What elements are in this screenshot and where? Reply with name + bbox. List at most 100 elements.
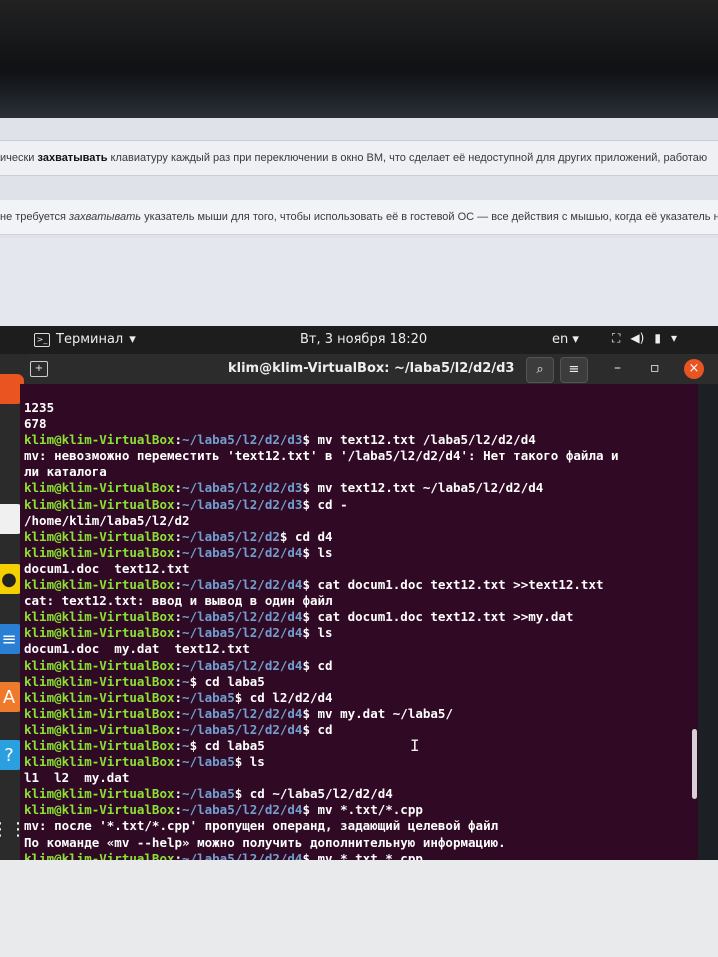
prompt-path: ~/laba5/l2/d2/d3 — [182, 496, 303, 512]
prompt-line: klim@klim-VirtualBox:~/laba5/l2/d2$ cd d… — [24, 529, 619, 545]
language-indicator[interactable]: en ▾ — [552, 332, 579, 347]
output-line: mv: после '*.txt/*.cpp' пропущен операнд… — [24, 818, 499, 834]
prompt-colon: : — [174, 609, 183, 625]
scrollbar[interactable] — [692, 729, 697, 799]
prompt-colon: : — [174, 528, 183, 544]
network-icon: ⛶ — [612, 331, 621, 345]
command-text: $ cd ~/laba5/l2/d2/d4 — [234, 786, 393, 802]
close-button[interactable]: × — [684, 359, 704, 379]
host-text: ически — [0, 152, 38, 164]
clock[interactable]: Вт, 3 ноября 18:20 — [300, 332, 427, 347]
prompt-user: klim@klim-VirtualBox — [24, 737, 175, 753]
prompt-colon: : — [174, 480, 183, 496]
prompt-colon: : — [174, 802, 183, 818]
prompt-colon: : — [174, 544, 183, 560]
output-line: cat: text12.txt: ввод и вывод в один фай… — [24, 593, 333, 609]
prompt-line: klim@klim-VirtualBox:~/laba5/l2/d2/d4$ c… — [24, 577, 619, 593]
prompt-path: ~ — [182, 737, 190, 753]
host-text: не требуется — [0, 211, 70, 223]
terminal-output[interactable]: 1235 678 klim@klim-VirtualBox:~/laba5/l2/d… — [20, 384, 698, 860]
prompt-path: ~ — [182, 673, 190, 689]
prompt-line: klim@klim-VirtualBox:~$ cd laba5 — [24, 738, 619, 754]
host-text: указатель мыши для того, чтобы использов… — [141, 211, 718, 223]
output-line: l1 l2 my.dat — [24, 770, 130, 786]
host-text-row: не требуется захватывать указатель мыши … — [0, 200, 718, 235]
output-line: docum1.doc text12.txt — [24, 560, 190, 576]
monitor-bezel — [0, 0, 718, 118]
prompt-user: klim@klim-VirtualBox — [24, 721, 175, 737]
command-text: $ mv text12.txt ~/laba5/l2/d2/d4 — [302, 480, 544, 496]
prompt-colon: : — [174, 754, 183, 770]
command-text: $ cd — [302, 657, 333, 673]
maximize-button[interactable]: ▫ — [650, 360, 660, 376]
prompt-path: ~/laba5/l2/d2/d4 — [182, 609, 303, 625]
prompt-line: klim@klim-VirtualBox:~/laba5$ cd l2/d2/d… — [24, 690, 619, 706]
prompt-line: klim@klim-VirtualBox:~/laba5$ cd ~/laba5… — [24, 786, 619, 802]
prompt-path: ~/laba5 — [182, 689, 235, 705]
close-icon: × — [688, 361, 700, 376]
output-line: 1235 — [24, 400, 55, 415]
terminal-icon: >_ — [34, 332, 50, 347]
prompt-path: ~/laba5 — [182, 754, 235, 770]
terminal-titlebar: + klim@klim-VirtualBox: ~/laba5/l2/d2/d3… — [0, 354, 718, 384]
host-text: клавиатуру каждый раз при переключении в… — [107, 152, 708, 164]
chevron-down-icon: ▾ — [572, 332, 579, 347]
prompt-colon: : — [174, 432, 183, 448]
command-text: $ ls — [302, 625, 333, 641]
prompt-line: klim@klim-VirtualBox:~/laba5/l2/d2/d4$ l… — [24, 625, 619, 641]
prompt-line: klim@klim-VirtualBox:~/laba5/l2/d2/d4$ m… — [24, 706, 619, 722]
prompt-path: ~/laba5/l2/d2/d4 — [182, 625, 303, 641]
app-menu-label: Терминал — [56, 332, 124, 347]
command-text: $ mv *.txt *.cpp — [302, 850, 423, 860]
command-text: $ cd - — [302, 496, 348, 512]
command-text: $ mv my.dat ~/laba5/ — [302, 705, 453, 721]
minimize-button[interactable]: – — [614, 360, 621, 376]
command-text: $ cat docum1.doc text12.txt >>my.dat — [302, 609, 574, 625]
command-text: $ cd d4 — [279, 528, 333, 544]
prompt-colon: : — [174, 625, 183, 641]
prompt-path: ~/laba5/l2/d2 — [182, 528, 280, 544]
search-icon: ⌕ — [536, 362, 544, 377]
hamburger-icon: ≡ — [568, 362, 580, 377]
new-tab-icon[interactable]: + — [30, 361, 48, 377]
app-menu[interactable]: >_ Терминал ▾ — [34, 332, 136, 347]
prompt-line: klim@klim-VirtualBox:~/laba5/l2/d2/d4$ l… — [24, 545, 619, 561]
output-line: docum1.doc my.dat text12.txt — [24, 641, 250, 657]
prompt-line: klim@klim-VirtualBox:~/laba5$ ls — [24, 754, 619, 770]
command-text: $ cd laba5 — [189, 673, 265, 689]
prompt-line: klim@klim-VirtualBox:~/laba5/l2/d2/d4$ m… — [24, 851, 619, 860]
prompt-user: klim@klim-VirtualBox — [24, 802, 175, 818]
prompt-colon: : — [174, 496, 183, 512]
prompt-colon: : — [174, 577, 183, 593]
prompt-colon: : — [174, 705, 183, 721]
volume-icon: ◀) — [630, 331, 645, 345]
search-button[interactable]: ⌕ — [526, 357, 554, 383]
prompt-colon: : — [174, 721, 183, 737]
terminal-lines: 1235 678 klim@klim-VirtualBox:~/laba5/l2/d… — [24, 400, 619, 860]
prompt-user: klim@klim-VirtualBox — [24, 754, 175, 770]
prompt-line: klim@klim-VirtualBox:~/laba5/l2/d2/d4$ c… — [24, 609, 619, 625]
prompt-user: klim@klim-VirtualBox — [24, 673, 175, 689]
prompt-colon: : — [174, 786, 183, 802]
host-window: ически захватывать клавиатуру каждый раз… — [0, 118, 718, 333]
prompt-colon: : — [174, 850, 183, 860]
prompt-line: klim@klim-VirtualBox:~/laba5/l2/d2/d3$ m… — [24, 480, 619, 496]
command-text: $ mv text12.txt /laba5/l2/d2/d4 — [302, 432, 536, 448]
language-label: en — [552, 332, 569, 347]
prompt-line: klim@klim-VirtualBox:~/laba5/l2/d2/d4$ c… — [24, 658, 619, 674]
host-text-row: ически захватывать клавиатуру каждый раз… — [0, 140, 718, 176]
prompt-line: klim@klim-VirtualBox:~/laba5/l2/d2/d3$ m… — [24, 432, 619, 448]
prompt-path: ~/laba5/l2/d2/d4 — [182, 577, 303, 593]
output-line: 678 — [24, 416, 47, 432]
command-text: $ cd laba5 — [189, 737, 265, 753]
prompt-user: klim@klim-VirtualBox — [24, 432, 175, 448]
menu-button[interactable]: ≡ — [560, 357, 588, 383]
system-tray[interactable]: ⛶ ◀) ▮ ▾ — [612, 331, 677, 346]
prompt-path: ~/laba5/l2/d2/d3 — [182, 480, 303, 496]
prompt-user: klim@klim-VirtualBox — [24, 577, 175, 593]
prompt-path: ~/laba5/l2/d2/d4 — [182, 721, 303, 737]
chevron-down-icon: ▾ — [670, 331, 677, 345]
prompt-colon: : — [174, 689, 183, 705]
command-text: $ cat docum1.doc text12.txt >>text12.txt — [302, 577, 604, 593]
chevron-down-icon: ▾ — [129, 332, 136, 347]
